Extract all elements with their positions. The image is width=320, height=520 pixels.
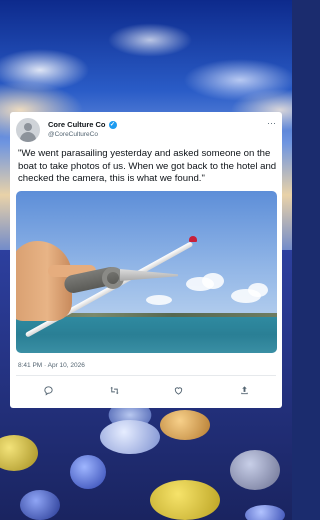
tweet-actions [10, 382, 282, 398]
reply-icon[interactable] [40, 382, 56, 398]
tweet-header: Core Culture Co ✓ @CoreCultureCo ··· [16, 118, 276, 144]
knife-blade [120, 269, 178, 281]
verified-badge-icon: ✓ [108, 120, 117, 129]
more-options-icon[interactable]: ··· [267, 118, 276, 128]
display-name[interactable]: Core Culture Co [48, 120, 106, 129]
share-icon[interactable] [236, 382, 252, 398]
tweet-timestamp[interactable]: 8:41 PM · Apr 10, 2026 [18, 362, 85, 369]
tweet-card[interactable]: Core Culture Co ✓ @CoreCultureCo ··· "We… [10, 112, 282, 408]
tweet-text: "We went parasailing yesterday and asked… [18, 148, 277, 185]
tweet-photo[interactable] [16, 191, 277, 353]
avatar[interactable] [16, 118, 40, 142]
user-handle[interactable]: @CoreCultureCo [48, 131, 98, 138]
retweet-icon[interactable] [106, 382, 122, 398]
divider [16, 375, 276, 376]
like-icon[interactable] [170, 382, 186, 398]
